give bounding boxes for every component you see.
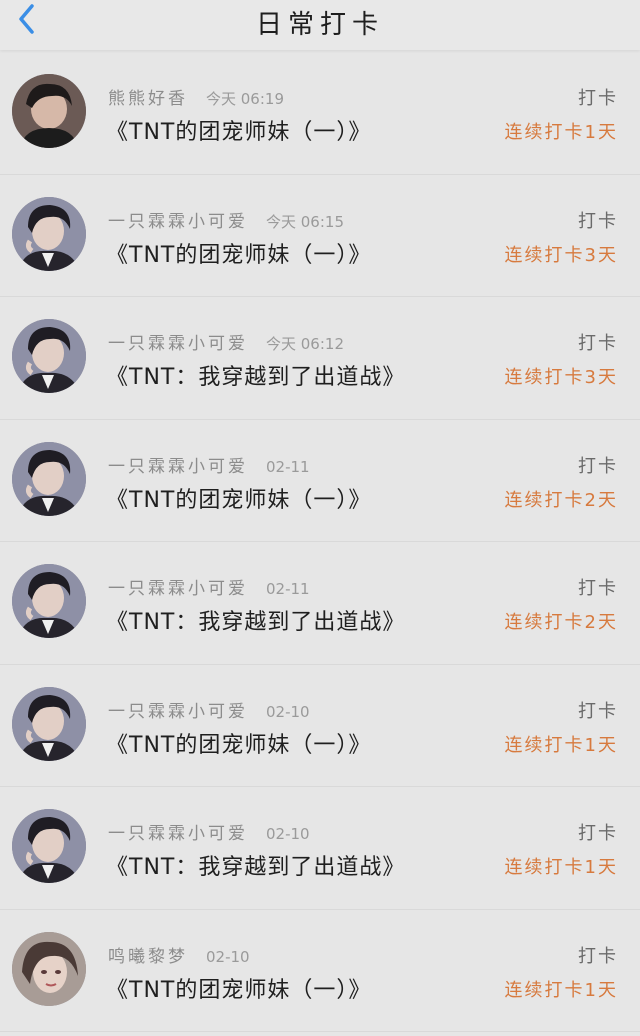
- post-time: 02-11: [266, 580, 310, 598]
- post-time: 02-10: [266, 825, 310, 843]
- checkin-tag: 打卡: [578, 455, 618, 477]
- entry-meta: 鸣曦黎梦 02-10: [108, 942, 250, 967]
- avatar[interactable]: [12, 74, 86, 148]
- avatar[interactable]: [12, 441, 86, 516]
- list-item[interactable]: 一只霖霖小可爱 02-10 《TNT：我穿越到了出道战》 打卡 连续打卡1天: [0, 787, 640, 910]
- list-item[interactable]: 一只霖霖小可爱 02-11 《TNT：我穿越到了出道战》 打卡 连续打卡2天: [0, 542, 640, 665]
- user-name[interactable]: 一只霖霖小可爱: [108, 579, 248, 599]
- work-title[interactable]: 《TNT的团宠师妹（一）》: [106, 972, 371, 1004]
- avatar-suit-image: [12, 196, 86, 271]
- post-time: 今天 06:15: [266, 212, 344, 231]
- user-name[interactable]: 一只霖霖小可爱: [108, 824, 248, 844]
- streak-badge: 连续打卡1天: [504, 857, 618, 878]
- avatar-suit-image: [12, 809, 86, 883]
- checkin-tag: 打卡: [578, 88, 618, 109]
- avatar[interactable]: [12, 196, 86, 271]
- streak-badge: 连续打卡2天: [504, 489, 618, 511]
- top-bar: 日常打卡: [0, 0, 640, 50]
- entry-meta: 一只霖霖小可爱 02-11: [108, 452, 310, 477]
- list-item[interactable]: 一只霖霖小可爱 02-10 《TNT的团宠师妹（一）》 打卡 连续打卡1天: [0, 665, 640, 787]
- page-title: 日常打卡: [255, 10, 384, 40]
- avatar-illustration-image: [12, 931, 86, 1006]
- user-name[interactable]: 一只霖霖小可爱: [108, 334, 248, 354]
- avatar-suit-image: [12, 564, 86, 638]
- avatar[interactable]: [12, 809, 86, 883]
- avatar[interactable]: [12, 319, 86, 393]
- entry-meta: 一只霖霖小可爱 今天 06:12: [108, 329, 344, 354]
- work-title[interactable]: 《TNT的团宠师妹（一）》: [106, 114, 371, 146]
- streak-badge: 连续打卡1天: [504, 734, 618, 756]
- checkin-tag: 打卡: [578, 945, 618, 967]
- checkin-list: 熊熊好香 今天 06:19 《TNT的团宠师妹（一）》 打卡 连续打卡1天 一只霖…: [0, 52, 640, 1032]
- work-title[interactable]: 《TNT：我穿越到了出道战》: [106, 849, 405, 881]
- streak-badge: 连续打卡3天: [504, 244, 618, 266]
- user-name[interactable]: 一只霖霖小可爱: [108, 212, 248, 232]
- work-title[interactable]: 《TNT的团宠师妹（一）》: [106, 482, 371, 514]
- avatar-suit-image: [12, 686, 86, 761]
- avatar[interactable]: [12, 686, 86, 761]
- streak-badge: 连续打卡2天: [504, 612, 618, 633]
- work-title[interactable]: 《TNT的团宠师妹（一）》: [106, 727, 371, 759]
- checkin-tag: 打卡: [578, 333, 618, 354]
- post-time: 02-10: [206, 947, 250, 966]
- list-item[interactable]: 一只霖霖小可爱 02-11 《TNT的团宠师妹（一）》 打卡 连续打卡2天: [0, 420, 640, 542]
- checkin-tag: 打卡: [578, 578, 618, 599]
- work-title[interactable]: 《TNT：我穿越到了出道战》: [106, 604, 405, 636]
- entry-meta: 熊熊好香 今天 06:19: [108, 84, 284, 109]
- user-name[interactable]: 熊熊好香: [108, 89, 188, 109]
- list-item[interactable]: 熊熊好香 今天 06:19 《TNT的团宠师妹（一）》 打卡 连续打卡1天: [0, 52, 640, 175]
- user-name[interactable]: 一只霖霖小可爱: [108, 457, 248, 477]
- streak-badge: 连续打卡3天: [504, 367, 618, 388]
- work-title[interactable]: 《TNT：我穿越到了出道战》: [106, 359, 405, 391]
- streak-badge: 连续打卡1天: [504, 979, 618, 1001]
- user-name[interactable]: 鸣曦黎梦: [108, 947, 188, 967]
- entry-meta: 一只霖霖小可爱 今天 06:15: [108, 207, 344, 232]
- avatar[interactable]: [12, 931, 86, 1006]
- avatar-suit-image: [12, 441, 86, 516]
- list-item[interactable]: 鸣曦黎梦 02-10 《TNT的团宠师妹（一）》 打卡 连续打卡1天: [0, 910, 640, 1032]
- work-title[interactable]: 《TNT的团宠师妹（一）》: [106, 237, 371, 269]
- entry-meta: 一只霖霖小可爱 02-11: [108, 574, 310, 599]
- post-time: 02-10: [266, 702, 310, 721]
- avatar-suit-image: [12, 319, 86, 393]
- checkin-tag: 打卡: [578, 210, 618, 232]
- entry-meta: 一只霖霖小可爱 02-10: [108, 697, 310, 722]
- post-time: 今天 06:19: [206, 90, 284, 108]
- checkin-tag: 打卡: [578, 700, 618, 722]
- post-time: 今天 06:12: [266, 335, 344, 353]
- checkin-tag: 打卡: [578, 823, 618, 844]
- user-name[interactable]: 一只霖霖小可爱: [108, 702, 248, 722]
- avatar[interactable]: [12, 564, 86, 638]
- list-item[interactable]: 一只霖霖小可爱 今天 06:12 《TNT：我穿越到了出道战》 打卡 连续打卡3天: [0, 297, 640, 420]
- avatar-dark-hair-image: [12, 74, 86, 148]
- entry-meta: 一只霖霖小可爱 02-10: [108, 819, 310, 844]
- streak-badge: 连续打卡1天: [504, 122, 618, 143]
- list-item[interactable]: 一只霖霖小可爱 今天 06:15 《TNT的团宠师妹（一）》 打卡 连续打卡3天: [0, 175, 640, 297]
- post-time: 02-11: [266, 457, 310, 476]
